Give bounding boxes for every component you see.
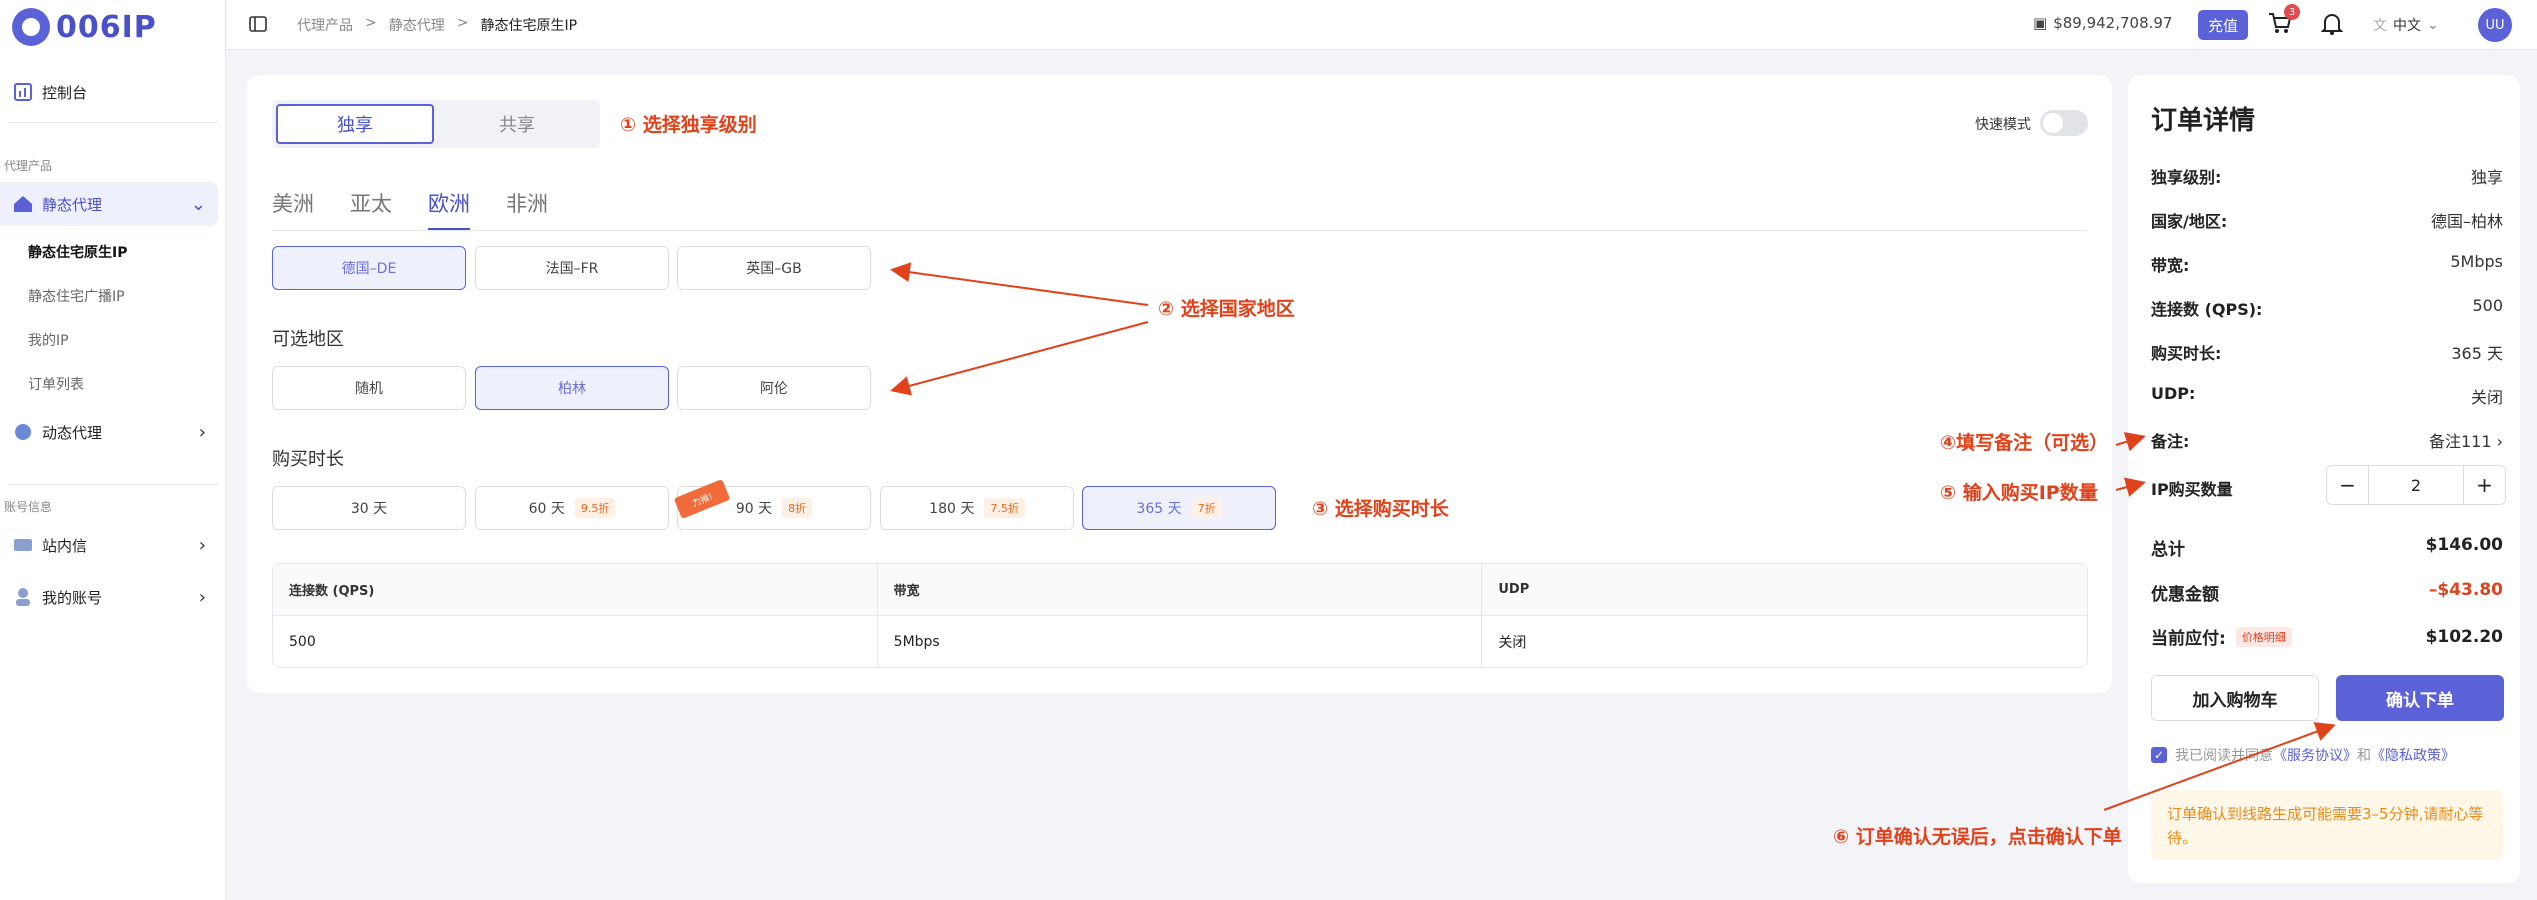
arrow bbox=[2115, 477, 2146, 497]
arrow bbox=[2103, 722, 2336, 811]
arrow bbox=[2115, 432, 2146, 452]
arrow bbox=[890, 321, 1149, 396]
annotation-arrows bbox=[890, 262, 2336, 811]
arrow bbox=[890, 262, 1149, 306]
